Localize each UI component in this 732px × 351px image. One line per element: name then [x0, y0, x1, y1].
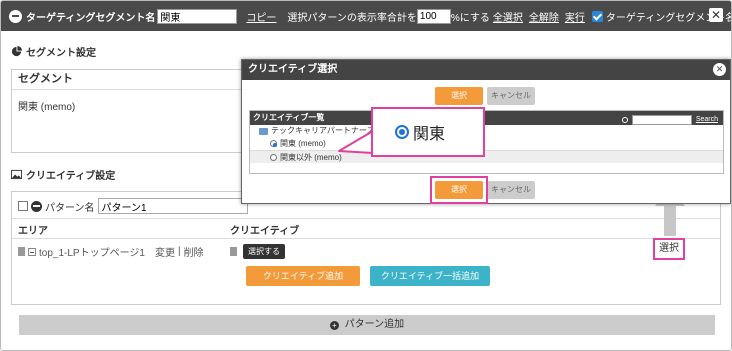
close-icon[interactable]: ✕ [709, 8, 723, 22]
area-item-label: top_1-LPトップページ1 [39, 248, 145, 259]
area-column-header: エリア [18, 226, 48, 237]
delete-link[interactable]: 削除 [184, 244, 204, 259]
segment-settings-title: セグメント設定 [26, 48, 96, 59]
highlight-frame [430, 176, 488, 204]
select-creative-button[interactable]: 選択する [243, 244, 285, 259]
modal-title: クリエイティブ選択 [248, 64, 338, 75]
tree-item-label: 関東以外 (memo) [280, 152, 342, 162]
remove-pattern-icon[interactable] [31, 200, 42, 212]
divider [12, 218, 720, 219]
search-input[interactable] [631, 115, 692, 125]
select-button-highlighted[interactable]: 選択 [653, 238, 685, 260]
search-icon [621, 117, 628, 123]
creative-cell: 選択する [230, 244, 285, 259]
rate-input[interactable] [416, 8, 451, 24]
bulk-add-creative-button[interactable]: クリエイティブ一括追加 [370, 266, 490, 286]
creative-list-panel: クリエイティブ一覧 Search テックキャリアパートナーズ 関東 (memo) [249, 110, 724, 174]
divider [12, 238, 720, 239]
creative-list-header: クリエイティブ一覧 Search [250, 111, 723, 125]
tree-item-label: 関東 (memo) [280, 139, 326, 148]
zoom-callout: 関東 [371, 107, 485, 157]
plus-icon: + [329, 321, 339, 330]
area-row: top_1-LPトップページ1 変更 | 削除 [18, 244, 204, 259]
document-icon [18, 247, 25, 256]
rate-label: 選択パターンの表示率合計を [287, 12, 417, 24]
add-creative-button[interactable]: クリエイティブ追加 [246, 266, 360, 286]
creative-panel: パターン名 エリア クリエイティブ top_1-LPトップページ1 変更 | 削… [11, 191, 721, 305]
execute-link[interactable]: 実行 [565, 9, 585, 24]
folder-icon [259, 127, 268, 135]
callout-label: 関東 [413, 126, 446, 143]
segment-settings-heading: セグメント設定 [11, 44, 96, 59]
creative-column-header: クリエイティブ [230, 226, 300, 237]
creative-list-title: クリエイティブ一覧 [253, 113, 325, 122]
modal-select-button-top[interactable]: 選択 [435, 87, 483, 105]
tree-item[interactable]: 関東 (memo) [250, 137, 723, 150]
select-all-link[interactable]: 全選択 [493, 9, 523, 24]
radio-selected-large [395, 125, 409, 139]
rate-suffix: %にする [450, 12, 490, 24]
add-pattern-button[interactable]: + パターン追加 [19, 315, 715, 335]
modal-header: クリエイティブ選択 ✕ [242, 60, 730, 80]
document-icon [230, 247, 237, 256]
change-link[interactable]: 変更 [155, 244, 175, 259]
pattern-checkbox[interactable] [18, 201, 28, 211]
search-link[interactable]: Search [696, 113, 718, 127]
auto-input-checkbox[interactable] [591, 10, 603, 22]
creative-tree: テックキャリアパートナーズ 関東 (memo) 関東以外 (memo) [250, 125, 723, 163]
copy-link[interactable]: コピー [246, 9, 276, 24]
pattern-row: パターン名 [18, 198, 248, 214]
modal-cancel-button-bottom[interactable]: キャンセル [487, 181, 535, 199]
deselect-all-link[interactable]: 全解除 [529, 9, 559, 24]
radio-selected[interactable] [270, 140, 277, 147]
collapse-box-icon[interactable] [28, 247, 36, 256]
add-pattern-label: パターン追加 [344, 319, 405, 330]
collapse-minus-icon[interactable] [9, 9, 22, 23]
image-icon [11, 169, 22, 180]
app-frame: ターゲティングセグメント名 コピー 選択パターンの表示率合計を %にする 全選択… [0, 0, 732, 351]
pie-chart-icon [11, 46, 22, 57]
pattern-name-input[interactable] [97, 198, 248, 214]
segment-header-bar: ターゲティングセグメント名 コピー 選択パターンの表示率合計を %にする 全選択… [1, 1, 731, 31]
pattern-name-label: パターン名 [45, 202, 95, 214]
segment-name-label: ターゲティングセグメント名 [26, 12, 156, 24]
radio-unselected[interactable] [270, 153, 277, 161]
search-area: Search [621, 113, 718, 127]
segment-name-input[interactable] [157, 8, 238, 24]
creative-settings-title: クリエイティブ設定 [26, 171, 116, 182]
creative-settings-heading: クリエイティブ設定 [11, 167, 115, 182]
link-separator: | [177, 246, 181, 257]
modal-close-icon[interactable]: ✕ [713, 63, 726, 76]
modal-cancel-button-top[interactable]: キャンセル [487, 87, 535, 105]
tree-item[interactable]: 関東以外 (memo) [250, 150, 723, 163]
